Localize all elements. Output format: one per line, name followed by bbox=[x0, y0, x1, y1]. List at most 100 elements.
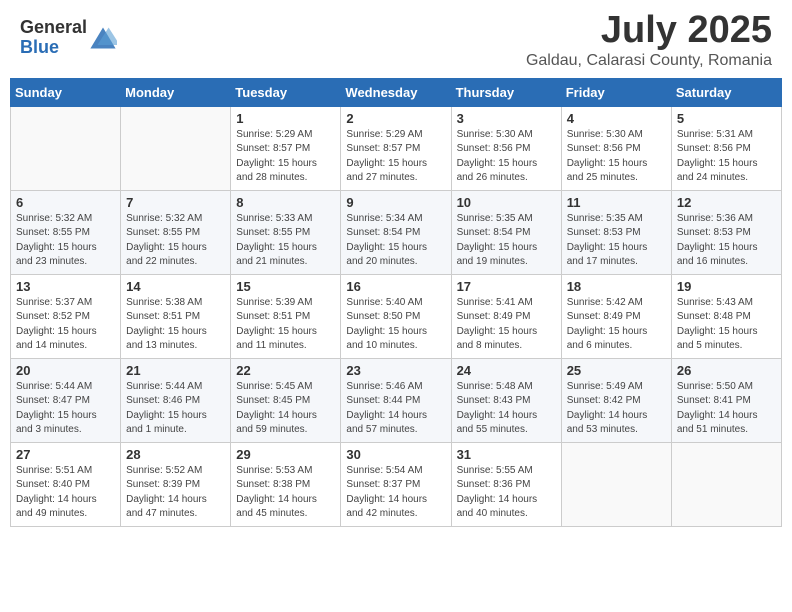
calendar-cell: 2 Sunrise: 5:29 AM Sunset: 8:57 PM Daylig… bbox=[341, 106, 451, 190]
day-info: Sunrise: 5:35 AM Sunset: 8:54 PM Dayligh… bbox=[457, 212, 556, 270]
day-info: Sunrise: 5:30 AM Sunset: 8:56 PM Dayligh… bbox=[457, 128, 556, 186]
day-info: Sunrise: 5:42 AM Sunset: 8:49 PM Dayligh… bbox=[567, 296, 666, 354]
calendar-cell: 30 Sunrise: 5:54 AM Sunset: 8:37 PM Dayli… bbox=[341, 442, 451, 526]
day-info: Sunrise: 5:45 AM Sunset: 8:45 PM Dayligh… bbox=[236, 380, 335, 438]
calendar-cell: 10 Sunrise: 5:35 AM Sunset: 8:54 PM Dayli… bbox=[451, 190, 561, 274]
calendar-cell: 17Sunrise: 5:41 AM Sunset: 8:49 PM Dayli… bbox=[451, 274, 561, 358]
day-number: 15 bbox=[236, 279, 335, 294]
day-number: 29 bbox=[236, 447, 335, 462]
day-number: 14 bbox=[126, 279, 225, 294]
calendar-cell: 27 Sunrise: 5:51 AM Sunset: 8:40 PM Dayli… bbox=[11, 442, 121, 526]
calendar-cell: 20 Sunrise: 5:44 AM Sunset: 8:47 PM Dayli… bbox=[11, 358, 121, 442]
day-number: 31 bbox=[457, 447, 556, 462]
weekday-header-tuesday: Tuesday bbox=[231, 78, 341, 106]
calendar-cell: 1 Sunrise: 5:29 AM Sunset: 8:57 PM Daylig… bbox=[231, 106, 341, 190]
day-number: 16 bbox=[346, 279, 445, 294]
day-number: 20 bbox=[16, 363, 115, 378]
day-info: Sunrise: 5:40 AM Sunset: 8:50 PM Dayligh… bbox=[346, 296, 445, 354]
month-year-title: July 2025 bbox=[526, 10, 772, 52]
calendar-header-row: SundayMondayTuesdayWednesdayThursdayFrid… bbox=[11, 78, 782, 106]
day-info: Sunrise: 5:48 AM Sunset: 8:43 PM Dayligh… bbox=[457, 380, 556, 438]
day-number: 22 bbox=[236, 363, 335, 378]
day-info: Sunrise: 5:49 AM Sunset: 8:42 PM Dayligh… bbox=[567, 380, 666, 438]
day-info: Sunrise: 5:52 AM Sunset: 8:39 PM Dayligh… bbox=[126, 464, 225, 522]
day-info: Sunrise: 5:29 AM Sunset: 8:57 PM Dayligh… bbox=[236, 128, 335, 186]
calendar-cell: 29 Sunrise: 5:53 AM Sunset: 8:38 PM Dayli… bbox=[231, 442, 341, 526]
day-info: Sunrise: 5:44 AM Sunset: 8:46 PM Dayligh… bbox=[126, 380, 225, 438]
day-number: 4 bbox=[567, 111, 666, 126]
calendar-cell: 19Sunrise: 5:43 AM Sunset: 8:48 PM Dayli… bbox=[671, 274, 781, 358]
calendar-cell: 15Sunrise: 5:39 AM Sunset: 8:51 PM Dayli… bbox=[231, 274, 341, 358]
weekday-header-friday: Friday bbox=[561, 78, 671, 106]
calendar-cell: 16 Sunrise: 5:40 AM Sunset: 8:50 PM Dayli… bbox=[341, 274, 451, 358]
day-number: 19 bbox=[677, 279, 776, 294]
weekday-header-saturday: Saturday bbox=[671, 78, 781, 106]
calendar-cell: 14 Sunrise: 5:38 AM Sunset: 8:51 PM Dayli… bbox=[121, 274, 231, 358]
day-number: 3 bbox=[457, 111, 556, 126]
day-info: Sunrise: 5:34 AM Sunset: 8:54 PM Dayligh… bbox=[346, 212, 445, 270]
calendar-week-row: 1 Sunrise: 5:29 AM Sunset: 8:57 PM Daylig… bbox=[11, 106, 782, 190]
day-info: Sunrise: 5:46 AM Sunset: 8:44 PM Dayligh… bbox=[346, 380, 445, 438]
day-number: 2 bbox=[346, 111, 445, 126]
day-info: Sunrise: 5:36 AM Sunset: 8:53 PM Dayligh… bbox=[677, 212, 776, 270]
day-info: Sunrise: 5:51 AM Sunset: 8:40 PM Dayligh… bbox=[16, 464, 115, 522]
day-number: 25 bbox=[567, 363, 666, 378]
calendar-cell: 7Sunrise: 5:32 AM Sunset: 8:55 PM Daylig… bbox=[121, 190, 231, 274]
day-number: 5 bbox=[677, 111, 776, 126]
calendar-cell: 11Sunrise: 5:35 AM Sunset: 8:53 PM Dayli… bbox=[561, 190, 671, 274]
logo: General Blue bbox=[20, 18, 117, 58]
calendar-cell bbox=[671, 442, 781, 526]
day-number: 24 bbox=[457, 363, 556, 378]
calendar-cell: 8Sunrise: 5:33 AM Sunset: 8:55 PM Daylig… bbox=[231, 190, 341, 274]
day-number: 11 bbox=[567, 195, 666, 210]
day-number: 13 bbox=[16, 279, 115, 294]
day-number: 27 bbox=[16, 447, 115, 462]
calendar-cell: 26Sunrise: 5:50 AM Sunset: 8:41 PM Dayli… bbox=[671, 358, 781, 442]
weekday-header-monday: Monday bbox=[121, 78, 231, 106]
title-section: July 2025 Galdau, Calarasi County, Roman… bbox=[526, 10, 772, 70]
day-number: 12 bbox=[677, 195, 776, 210]
calendar-week-row: 20 Sunrise: 5:44 AM Sunset: 8:47 PM Dayli… bbox=[11, 358, 782, 442]
day-info: Sunrise: 5:31 AM Sunset: 8:56 PM Dayligh… bbox=[677, 128, 776, 186]
weekday-header-thursday: Thursday bbox=[451, 78, 561, 106]
calendar-cell bbox=[561, 442, 671, 526]
calendar-cell: 3 Sunrise: 5:30 AM Sunset: 8:56 PM Daylig… bbox=[451, 106, 561, 190]
calendar-table: SundayMondayTuesdayWednesdayThursdayFrid… bbox=[10, 78, 782, 527]
day-info: Sunrise: 5:44 AM Sunset: 8:47 PM Dayligh… bbox=[16, 380, 115, 438]
day-number: 9 bbox=[346, 195, 445, 210]
day-info: Sunrise: 5:53 AM Sunset: 8:38 PM Dayligh… bbox=[236, 464, 335, 522]
calendar-cell: 21 Sunrise: 5:44 AM Sunset: 8:46 PM Dayli… bbox=[121, 358, 231, 442]
day-info: Sunrise: 5:32 AM Sunset: 8:55 PM Dayligh… bbox=[126, 212, 225, 270]
page-header: General Blue July 2025 Galdau, Calarasi … bbox=[10, 10, 782, 70]
calendar-week-row: 6Sunrise: 5:32 AM Sunset: 8:55 PM Daylig… bbox=[11, 190, 782, 274]
calendar-cell: 31 Sunrise: 5:55 AM Sunset: 8:36 PM Dayli… bbox=[451, 442, 561, 526]
logo-icon bbox=[89, 24, 117, 52]
day-number: 8 bbox=[236, 195, 335, 210]
day-number: 17 bbox=[457, 279, 556, 294]
calendar-cell: 12 Sunrise: 5:36 AM Sunset: 8:53 PM Dayli… bbox=[671, 190, 781, 274]
day-info: Sunrise: 5:32 AM Sunset: 8:55 PM Dayligh… bbox=[16, 212, 115, 270]
day-number: 28 bbox=[126, 447, 225, 462]
location-subtitle: Galdau, Calarasi County, Romania bbox=[526, 52, 772, 70]
day-number: 30 bbox=[346, 447, 445, 462]
calendar-cell: 6Sunrise: 5:32 AM Sunset: 8:55 PM Daylig… bbox=[11, 190, 121, 274]
calendar-cell: 24 Sunrise: 5:48 AM Sunset: 8:43 PM Dayli… bbox=[451, 358, 561, 442]
day-number: 18 bbox=[567, 279, 666, 294]
calendar-cell: 23 Sunrise: 5:46 AM Sunset: 8:44 PM Dayli… bbox=[341, 358, 451, 442]
day-number: 1 bbox=[236, 111, 335, 126]
calendar-cell bbox=[121, 106, 231, 190]
day-number: 21 bbox=[126, 363, 225, 378]
calendar-cell: 5 Sunrise: 5:31 AM Sunset: 8:56 PM Daylig… bbox=[671, 106, 781, 190]
day-number: 10 bbox=[457, 195, 556, 210]
day-info: Sunrise: 5:29 AM Sunset: 8:57 PM Dayligh… bbox=[346, 128, 445, 186]
day-info: Sunrise: 5:50 AM Sunset: 8:41 PM Dayligh… bbox=[677, 380, 776, 438]
calendar-cell: 28 Sunrise: 5:52 AM Sunset: 8:39 PM Dayli… bbox=[121, 442, 231, 526]
calendar-cell: 25 Sunrise: 5:49 AM Sunset: 8:42 PM Dayli… bbox=[561, 358, 671, 442]
day-info: Sunrise: 5:54 AM Sunset: 8:37 PM Dayligh… bbox=[346, 464, 445, 522]
day-info: Sunrise: 5:55 AM Sunset: 8:36 PM Dayligh… bbox=[457, 464, 556, 522]
logo-general-text: General bbox=[20, 18, 87, 38]
day-number: 23 bbox=[346, 363, 445, 378]
logo-blue-text: Blue bbox=[20, 38, 87, 58]
calendar-cell: 18 Sunrise: 5:42 AM Sunset: 8:49 PM Dayli… bbox=[561, 274, 671, 358]
day-info: Sunrise: 5:38 AM Sunset: 8:51 PM Dayligh… bbox=[126, 296, 225, 354]
